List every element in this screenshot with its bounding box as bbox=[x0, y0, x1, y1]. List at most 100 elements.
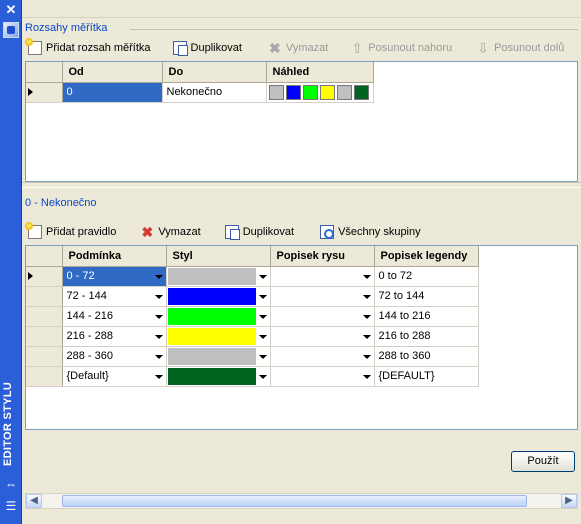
scale-ranges-grid: Od Do Náhled 0 Nekonečno bbox=[25, 61, 578, 182]
add-rule-button[interactable]: Přidat pravidlo bbox=[22, 222, 122, 242]
condition-value: 288 - 360 bbox=[66, 350, 113, 362]
chevron-down-icon[interactable] bbox=[258, 314, 267, 319]
row-selector[interactable] bbox=[26, 286, 63, 307]
scrollbar-thumb[interactable] bbox=[62, 495, 527, 507]
preview-swatch bbox=[353, 84, 369, 100]
move-down-button[interactable]: ⇩ Posunout dolů bbox=[470, 38, 570, 58]
legend-label-cell[interactable]: 0 to 72 bbox=[374, 266, 479, 287]
feature-label-cell[interactable] bbox=[270, 366, 375, 387]
delete-rule-button[interactable]: ✖ Vymazat bbox=[134, 222, 206, 242]
from-cell[interactable]: 0 bbox=[62, 82, 163, 103]
chevron-down-icon[interactable] bbox=[258, 374, 267, 379]
table-row[interactable]: {Default} {DEFAULT} bbox=[26, 366, 479, 387]
chevron-down-icon[interactable] bbox=[258, 294, 267, 299]
delete-icon: ✖ bbox=[269, 40, 281, 56]
duplicate-rule-label: Duplikovat bbox=[242, 226, 295, 238]
column-header-to[interactable]: Do bbox=[162, 62, 267, 83]
feature-label-cell[interactable] bbox=[270, 346, 375, 367]
chevron-down-icon[interactable] bbox=[362, 314, 371, 319]
condition-cell[interactable]: 0 - 72 bbox=[62, 266, 167, 287]
row-selector[interactable] bbox=[26, 366, 63, 387]
legend-label-cell[interactable]: 288 to 360 bbox=[374, 346, 479, 367]
condition-cell[interactable]: {Default} bbox=[62, 366, 167, 387]
table-row[interactable]: 0 - 72 0 to 72 bbox=[26, 266, 479, 287]
row-selector[interactable] bbox=[26, 306, 63, 327]
condition-cell[interactable]: 288 - 360 bbox=[62, 346, 167, 367]
chevron-down-icon[interactable] bbox=[258, 274, 267, 279]
chevron-down-icon[interactable] bbox=[362, 374, 371, 379]
chevron-down-icon[interactable] bbox=[258, 354, 267, 359]
row-selector[interactable] bbox=[26, 326, 63, 347]
horizontal-scrollbar[interactable]: ◀ ▶ bbox=[25, 493, 578, 509]
style-cell[interactable] bbox=[166, 306, 271, 327]
style-cell[interactable] bbox=[166, 366, 271, 387]
move-up-label: Posunout nahoru bbox=[368, 42, 453, 54]
duplicate-rule-button[interactable]: Duplikovat bbox=[219, 222, 300, 242]
table-row[interactable]: 216 - 288 216 to 288 bbox=[26, 326, 479, 347]
feature-label-cell[interactable] bbox=[270, 326, 375, 347]
chevron-down-icon[interactable] bbox=[154, 294, 163, 299]
table-row[interactable]: 144 - 216 144 to 216 bbox=[26, 306, 479, 327]
scroll-left-icon[interactable]: ◀ bbox=[26, 494, 42, 508]
scroll-right-icon[interactable]: ▶ bbox=[561, 494, 577, 508]
chevron-down-icon[interactable] bbox=[154, 354, 163, 359]
rules-toolbar: Přidat pravidlo ✖ Vymazat Duplikovat Vše… bbox=[22, 222, 581, 242]
column-header-style[interactable]: Styl bbox=[166, 246, 271, 267]
chevron-down-icon[interactable] bbox=[258, 334, 267, 339]
row-selector[interactable] bbox=[26, 266, 63, 287]
scale-ranges-toolbar: Přidat rozsah měřítka Duplikovat ✖ Vymaz… bbox=[22, 38, 581, 58]
preview-swatch bbox=[285, 84, 301, 100]
condition-cell[interactable]: 72 - 144 bbox=[62, 286, 167, 307]
add-scale-range-button[interactable]: Přidat rozsah měřítka bbox=[22, 38, 157, 58]
chevron-down-icon[interactable] bbox=[154, 334, 163, 339]
legend-label-cell[interactable]: 72 to 144 bbox=[374, 286, 479, 307]
column-header-feature-label[interactable]: Popisek rysu bbox=[270, 246, 375, 267]
move-down-label: Posunout dolů bbox=[494, 42, 565, 54]
editor-sidebar: ✕ EDITOR STYLU ⇔ ☰ bbox=[0, 0, 22, 524]
legend-label-cell[interactable]: 144 to 216 bbox=[374, 306, 479, 327]
style-cell[interactable] bbox=[166, 326, 271, 347]
add-scale-range-label: Přidat rozsah měřítka bbox=[46, 42, 151, 54]
feature-label-cell[interactable] bbox=[270, 266, 375, 287]
chevron-down-icon[interactable] bbox=[362, 354, 371, 359]
close-icon[interactable]: ✕ bbox=[3, 2, 19, 18]
all-groups-button[interactable]: Všechny skupiny bbox=[314, 222, 427, 242]
chevron-down-icon[interactable] bbox=[154, 374, 163, 379]
delete-scale-range-button[interactable]: ✖ Vymazat bbox=[262, 38, 334, 58]
condition-cell[interactable]: 216 - 288 bbox=[62, 326, 167, 347]
layer-style-icon bbox=[3, 22, 19, 38]
table-row[interactable]: 0 Nekonečno bbox=[26, 82, 374, 103]
column-header-legend-label[interactable]: Popisek legendy bbox=[374, 246, 479, 267]
row-selector[interactable] bbox=[26, 346, 63, 367]
duplicate-scale-range-button[interactable]: Duplikovat bbox=[167, 38, 248, 58]
chevron-down-icon[interactable] bbox=[362, 294, 371, 299]
move-up-button[interactable]: ⇧ Posunout nahoru bbox=[344, 38, 458, 58]
table-row[interactable]: 72 - 144 72 to 144 bbox=[26, 286, 479, 307]
feature-label-cell[interactable] bbox=[270, 306, 375, 327]
top-bar bbox=[22, 0, 581, 18]
chevron-down-icon[interactable] bbox=[154, 274, 163, 279]
table-row[interactable]: 288 - 360 288 to 360 bbox=[26, 346, 479, 367]
legend-label-cell[interactable]: {DEFAULT} bbox=[374, 366, 479, 387]
condition-cell[interactable]: 144 - 216 bbox=[62, 306, 167, 327]
column-header-condition[interactable]: Podmínka bbox=[62, 246, 167, 267]
legend-label-cell[interactable]: 216 to 288 bbox=[374, 326, 479, 347]
all-groups-label: Všechny skupiny bbox=[338, 226, 421, 238]
feature-label-cell[interactable] bbox=[270, 286, 375, 307]
apply-button[interactable]: Použít bbox=[511, 451, 575, 472]
preview-swatch bbox=[336, 84, 352, 100]
column-header-preview[interactable]: Náhled bbox=[266, 62, 374, 83]
list-icon[interactable]: ☰ bbox=[3, 498, 19, 514]
style-cell[interactable] bbox=[166, 346, 271, 367]
style-cell[interactable] bbox=[166, 266, 271, 287]
collapse-arrows-icon[interactable]: ⇔ bbox=[3, 476, 19, 492]
chevron-down-icon[interactable] bbox=[362, 274, 371, 279]
panel-splitter[interactable] bbox=[22, 182, 581, 188]
chevron-down-icon[interactable] bbox=[154, 314, 163, 319]
chevron-down-icon[interactable] bbox=[362, 334, 371, 339]
style-cell[interactable] bbox=[166, 286, 271, 307]
row-selector[interactable] bbox=[26, 82, 63, 103]
add-rule-label: Přidat pravidlo bbox=[46, 226, 117, 238]
to-cell[interactable]: Nekonečno bbox=[162, 82, 267, 103]
column-header-from[interactable]: Od bbox=[62, 62, 163, 83]
